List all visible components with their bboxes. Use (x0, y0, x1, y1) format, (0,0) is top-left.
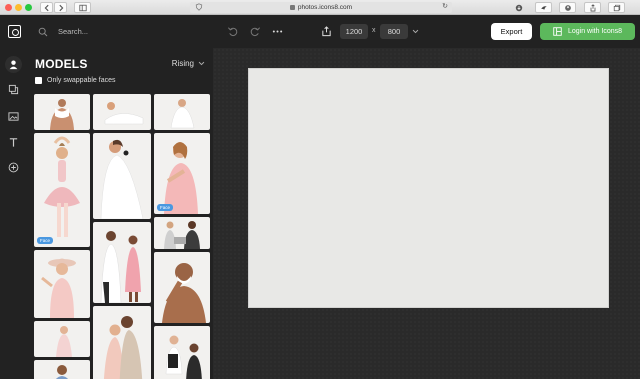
face-badge: Face (157, 204, 174, 211)
checkbox-label: Only swappable faces (47, 77, 116, 84)
download-circle-icon (515, 4, 522, 11)
rail-item-models[interactable] (5, 56, 22, 73)
editor-workspace (213, 48, 640, 379)
zoom-window-button[interactable] (25, 4, 32, 11)
layers-icon (8, 84, 19, 95)
model-tile[interactable] (154, 217, 210, 249)
model-tile[interactable]: Face (34, 133, 90, 247)
rail-item-layers[interactable] (7, 83, 20, 96)
undo-button[interactable] (226, 25, 239, 38)
tabs-icon (613, 4, 620, 11)
model-tile[interactable] (93, 306, 151, 379)
resize-button[interactable] (320, 25, 333, 38)
model-man-towel-image (50, 99, 74, 130)
text-icon (9, 138, 18, 147)
extension-bird-button[interactable] (535, 2, 552, 13)
models-panel: MODELS Rising Only swappable faces Face (27, 48, 213, 379)
icons8-logo-icon[interactable] (8, 25, 21, 38)
chevron-left-icon (44, 4, 49, 11)
lock-icon (289, 5, 295, 10)
chevron-down-icon (198, 61, 205, 66)
model-woman-sitting-pink-image (56, 326, 72, 357)
login-label: Login with Icons8 (567, 28, 623, 35)
sidebar-toggle-button[interactable] (74, 2, 91, 13)
tool-rail (0, 48, 27, 379)
bird-icon (540, 5, 547, 10)
sidebar-icon (78, 4, 87, 11)
model-girl-ballerina-image (44, 136, 80, 237)
model-tile[interactable] (34, 360, 90, 379)
panel-title: MODELS (35, 57, 88, 71)
share-button[interactable] (584, 2, 601, 13)
chevron-down-icon[interactable] (412, 28, 419, 35)
back-button[interactable] (40, 2, 53, 13)
icons8-mark-icon (553, 27, 562, 36)
swappable-faces-checkbox[interactable]: Only swappable faces (35, 77, 115, 84)
model-tile[interactable] (34, 321, 90, 357)
model-chef-duo-image (165, 335, 202, 379)
model-tile[interactable] (93, 222, 151, 303)
privacy-shield-icon (195, 3, 203, 11)
model-tile[interactable] (34, 250, 90, 318)
close-window-button[interactable] (5, 4, 12, 11)
model-man-shaving-image (162, 263, 206, 323)
model-woman-white-dress-image (100, 139, 144, 219)
browser-toolbar: photos.icons8.com ↻ (0, 0, 640, 15)
model-girl-pink-image (164, 142, 198, 214)
address-text: photos.icons8.com (297, 4, 353, 11)
reload-icon[interactable]: ↻ (442, 2, 448, 10)
model-tile[interactable]: Face (154, 133, 210, 214)
person-icon (9, 60, 18, 70)
rail-item-add[interactable] (7, 161, 20, 174)
more-dots-icon (272, 30, 283, 33)
more-options-button[interactable] (271, 25, 284, 38)
minimize-window-button[interactable] (15, 4, 22, 11)
redo-button[interactable] (249, 25, 262, 38)
undo-icon (227, 27, 238, 37)
model-woman-white-sitting-image (170, 99, 195, 129)
app-header: 1200 x 800 Export Login with Icons8 (0, 15, 640, 48)
canvas-width-field[interactable]: 1200 (340, 24, 368, 39)
forward-button[interactable] (54, 2, 67, 13)
model-tile[interactable] (93, 133, 151, 219)
login-button[interactable]: Login with Icons8 (540, 23, 635, 40)
upload-box-icon (322, 26, 331, 37)
model-tile[interactable] (154, 326, 210, 379)
design-canvas[interactable] (248, 68, 609, 308)
sort-label: Rising (171, 59, 194, 68)
model-tile[interactable] (154, 252, 210, 323)
model-tile[interactable] (34, 94, 90, 130)
dimension-separator: x (372, 27, 376, 34)
tabs-overview-button[interactable] (608, 2, 625, 13)
extension-profile-button[interactable] (559, 2, 576, 13)
model-couple-hug-image (103, 316, 143, 379)
search-input[interactable] (58, 27, 198, 36)
image-icon (8, 112, 19, 121)
face-badge: Face (37, 237, 54, 244)
search-box[interactable] (38, 24, 208, 39)
sort-dropdown[interactable]: Rising (172, 59, 205, 68)
rail-item-backgrounds[interactable] (7, 110, 20, 123)
rail-item-text[interactable] (7, 136, 20, 149)
model-woman-lying-image (104, 102, 144, 125)
model-couple-dance-image (100, 231, 141, 303)
model-girl-hat-image (41, 258, 76, 318)
add-icon (8, 162, 19, 173)
address-bar[interactable]: photos.icons8.com ↻ (190, 2, 452, 13)
model-man-bottom-image (55, 365, 69, 379)
model-man-laptop-image (164, 221, 200, 249)
search-icon (38, 27, 48, 36)
share-icon (590, 3, 595, 11)
redo-icon (250, 27, 261, 37)
chevron-right-icon (58, 4, 63, 11)
checkbox-box[interactable] (35, 77, 42, 84)
export-button[interactable]: Export (491, 23, 532, 40)
canvas-height-field[interactable]: 800 (380, 24, 408, 39)
model-tile[interactable] (154, 94, 210, 130)
model-tile[interactable] (93, 94, 151, 130)
downloads-button[interactable] (510, 2, 527, 13)
profile-icon (564, 4, 571, 11)
